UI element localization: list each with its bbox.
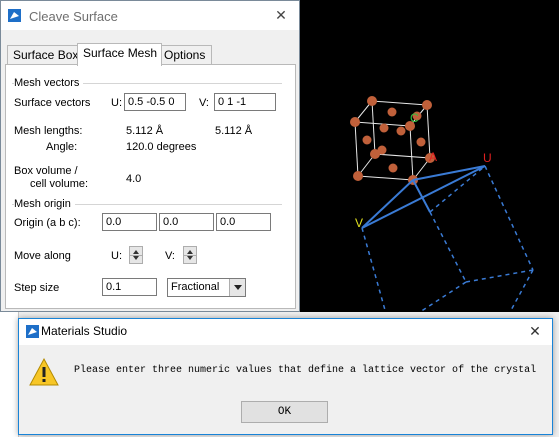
mesh-length-u-value: 5.112 Å bbox=[126, 125, 164, 137]
u-vector-label: U: bbox=[111, 97, 122, 109]
origin-c-input[interactable]: 0.0 bbox=[216, 213, 271, 231]
message-box: Materials Studio ✕ Please enter three nu… bbox=[18, 318, 553, 435]
move-u-spinner[interactable] bbox=[129, 246, 143, 264]
materials-studio-app-icon bbox=[26, 325, 39, 338]
step-mode-select[interactable]: Fractional bbox=[167, 278, 246, 297]
message-title: Materials Studio bbox=[41, 324, 128, 338]
mesh-box-dashed bbox=[361, 165, 534, 313]
axis-label-a: A bbox=[429, 150, 437, 164]
close-icon[interactable]: ✕ bbox=[518, 319, 552, 345]
dropdown-arrow-icon[interactable] bbox=[229, 279, 245, 296]
mesh-lengths-label: Mesh lengths: bbox=[14, 125, 83, 137]
step-size-label: Step size bbox=[14, 282, 60, 294]
tab-surface-box[interactable]: Surface Box bbox=[7, 45, 82, 65]
v-vector-label: V: bbox=[199, 97, 209, 109]
cleave-surface-window: Cleave Surface ✕ Surface Box Surface Mes… bbox=[0, 0, 300, 312]
arrow-up-icon[interactable] bbox=[187, 250, 193, 254]
surface-mesh-panel: Mesh vectors Surface vectors U: 0.5 -0.5… bbox=[5, 64, 296, 309]
origin-a-input[interactable]: 0.0 bbox=[102, 213, 157, 231]
angle-label: Angle: bbox=[46, 141, 78, 153]
arrow-up-icon[interactable] bbox=[133, 250, 139, 254]
tab-options[interactable]: Options bbox=[158, 45, 212, 65]
step-mode-value: Fractional bbox=[171, 281, 220, 293]
message-titlebar[interactable]: Materials Studio ✕ bbox=[19, 319, 552, 345]
cleave-titlebar[interactable]: Cleave Surface ✕ bbox=[1, 1, 299, 30]
mesh-label-u: U bbox=[483, 151, 492, 165]
mesh-label-v: V bbox=[355, 216, 363, 230]
origin-label: Origin (a b c): bbox=[14, 217, 81, 229]
box-volume-label-1: Box volume / bbox=[14, 165, 78, 177]
window-title: Cleave Surface bbox=[29, 9, 118, 24]
mesh-vectors-group-label: Mesh vectors bbox=[14, 77, 84, 89]
arrow-down-icon[interactable] bbox=[133, 256, 139, 260]
mesh-plane bbox=[361, 165, 486, 229]
background-window-edge bbox=[0, 312, 19, 437]
tab-surface-mesh[interactable]: Surface Mesh bbox=[77, 43, 162, 66]
ok-button[interactable]: OK bbox=[241, 401, 328, 423]
mesh-length-v-value: 5.112 Å bbox=[215, 125, 253, 137]
v-vector-input[interactable]: 0 1 -1 bbox=[214, 93, 276, 111]
warning-icon bbox=[29, 357, 59, 386]
box-volume-label-2: cell volume: bbox=[30, 178, 89, 190]
move-u-label: U: bbox=[111, 250, 122, 262]
box-volume-value: 4.0 bbox=[126, 173, 142, 185]
origin-b-input[interactable]: 0.0 bbox=[159, 213, 214, 231]
close-icon[interactable]: ✕ bbox=[263, 1, 299, 30]
move-v-spinner[interactable] bbox=[183, 246, 197, 264]
mesh-origin-group-label: Mesh origin bbox=[14, 198, 75, 210]
atoms bbox=[350, 96, 435, 185]
arrow-down-icon[interactable] bbox=[187, 256, 193, 260]
cleave-app-icon bbox=[8, 9, 21, 22]
message-text: Please enter three numeric values that d… bbox=[74, 365, 537, 376]
u-vector-input[interactable]: 0.5 -0.5 0 bbox=[124, 93, 186, 111]
axis-label-c: C bbox=[410, 111, 419, 125]
surface-vectors-label: Surface vectors bbox=[14, 97, 91, 109]
step-size-input[interactable]: 0.1 bbox=[102, 278, 157, 296]
move-v-label: V: bbox=[165, 250, 175, 262]
move-along-label: Move along bbox=[14, 250, 71, 262]
angle-value: 120.0 degrees bbox=[126, 141, 197, 153]
